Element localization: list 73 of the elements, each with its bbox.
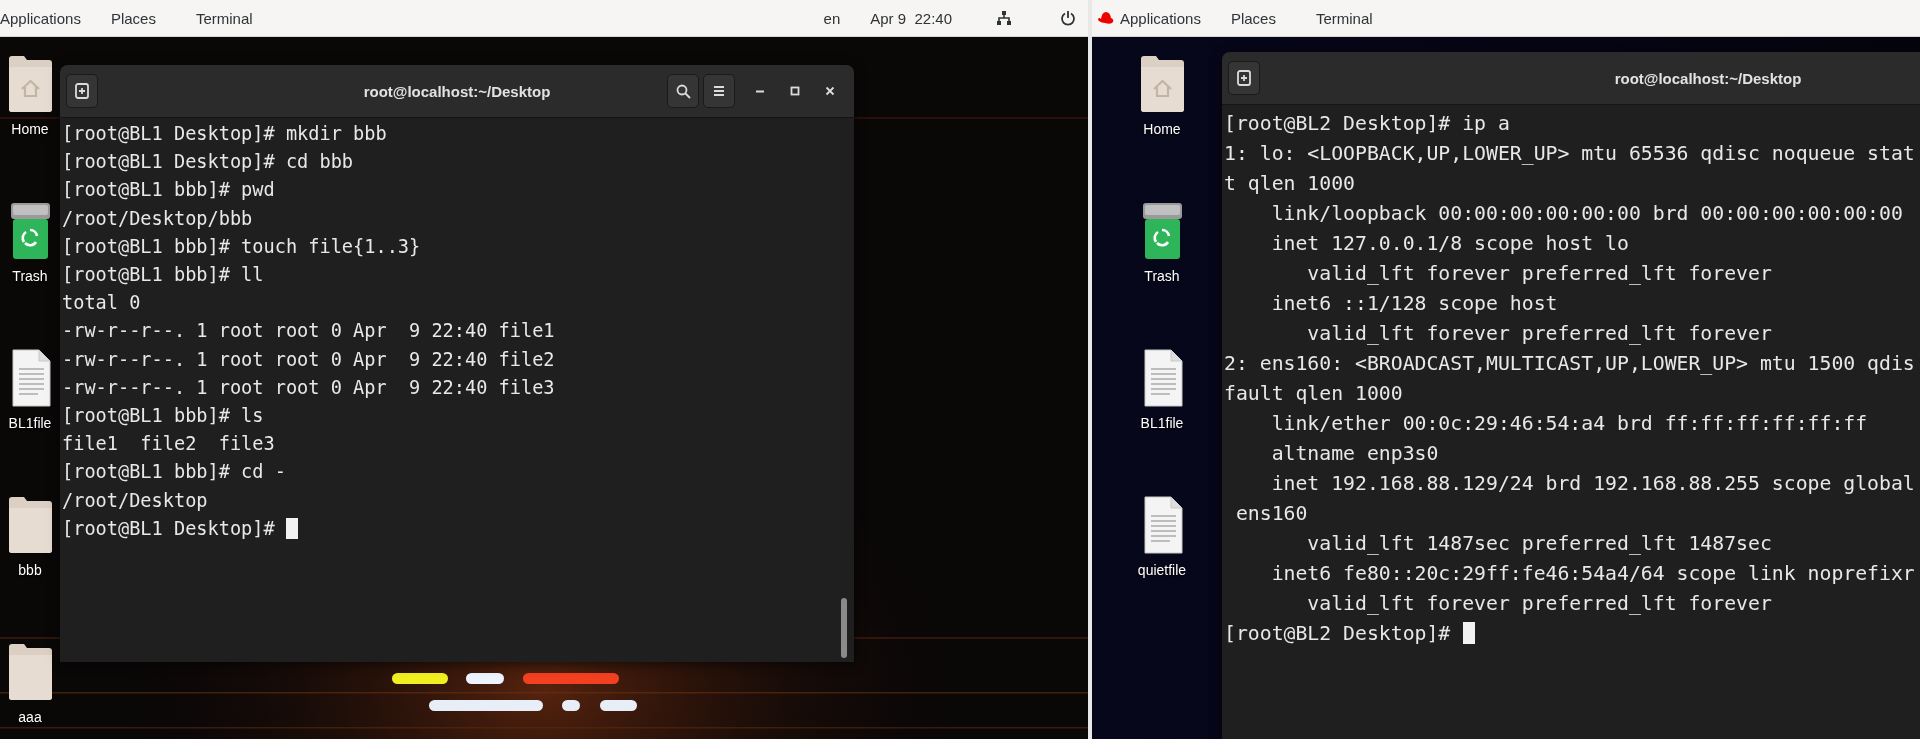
text-cursor <box>286 517 298 539</box>
terminal-line: valid_lft forever preferred_lft forever <box>1306 322 1772 345</box>
terminal-line: /root/Desktop/bbb <box>62 207 253 229</box>
top-bar-menu[interactable]: Places <box>110 9 168 27</box>
terminal-line: [root@BL1 bbb]# cd - <box>62 461 286 483</box>
terminal-line: valid_lft forever preferred_lft forever <box>1306 262 1772 285</box>
new-tab-button[interactable] <box>66 74 98 108</box>
new-tab-icon <box>75 83 89 99</box>
clock[interactable]: Apr 9 22:40 <box>870 9 952 27</box>
terminal-line: link/ether 00:0c:29:46:54:a4 brd ff:ff:ff:ff:ff:ff <box>1270 412 1868 435</box>
new-tab-icon <box>1237 70 1251 86</box>
icon-label[interactable]: Home <box>11 121 49 137</box>
terminal-line: [root@BL1 bbb]# ll <box>62 264 264 285</box>
home-folder-icon[interactable] <box>7 55 53 113</box>
home-folder-icon[interactable] <box>1139 55 1185 113</box>
terminal-line: [root@BL2 Desktop]# <box>1224 622 1451 645</box>
terminal-line: total 0 <box>62 292 141 314</box>
terminal-line: inet 127.0.0.1/8 scope host lo <box>1270 232 1629 255</box>
minimize-icon <box>755 89 765 93</box>
terminal-line: [root@BL1 Desktop]# <box>62 517 275 539</box>
search-icon <box>675 83 691 99</box>
icon-label[interactable]: Home <box>1143 121 1181 137</box>
hat-icon[interactable] <box>1098 11 1114 25</box>
terminal-line: [root@BL1 Desktop]# mkdir bbb <box>62 123 387 144</box>
terminal-line: 1: lo: <LOOPBACK,UP,LOWER_UP> mtu 65536 qdisc noqueue stat <box>1224 142 1915 165</box>
top-bar-menu[interactable]: Applications <box>0 9 93 27</box>
terminal-line: inet6 fe80::20c:29ff:fe46:54a4/64 scope link noprefixr <box>1270 562 1915 585</box>
terminal-line: link/loopback 00:00:00:00:00:00 brd 00:00:00:00:00:00 <box>1270 202 1903 225</box>
terminal-line: [root@BL1 bbb]# touch file{1..3} <box>62 235 421 257</box>
keyboard-layout-indicator[interactable]: en <box>823 9 841 27</box>
top-bar-menu[interactable]: Terminal <box>1315 9 1385 27</box>
terminal-line: -rw-r--r--. 1 root root 0 Apr 9 22:40 file2 <box>62 348 555 370</box>
terminal-line: t qlen 1000 <box>1224 172 1355 195</box>
terminal-line: inet 192.168.88.129/24 brd 192.168.88.255 scope global <box>1270 472 1915 495</box>
folder-icon[interactable] <box>7 643 53 701</box>
close-icon <box>825 86 835 96</box>
terminal-line: 2: ens160: <BROADCAST,MULTICAST,UP,LOWER_UP> mtu 1500 qdis <box>1224 352 1915 375</box>
terminal-line: -rw-r--r--. 1 root root 0 Apr 9 22:40 file3 <box>62 376 555 398</box>
terminal-line: fault qlen 1000 <box>1224 382 1403 405</box>
window-title: root@localhost:~/Desktop <box>1614 69 1802 87</box>
top-bar-menu[interactable]: Applications <box>1120 9 1213 27</box>
terminal-line: /root/Desktop <box>62 489 208 511</box>
terminal-line: file1 file2 file3 <box>62 433 275 455</box>
network-icon[interactable] <box>996 10 1012 26</box>
scrollbar-thumb[interactable] <box>841 598 847 658</box>
terminal-line: [root@BL1 bbb]# pwd <box>62 179 275 201</box>
icon-label[interactable]: BL1file <box>1140 415 1184 431</box>
top-bar-menu[interactable]: Places <box>1230 9 1288 27</box>
icon-label[interactable]: bbb <box>18 562 42 578</box>
icon-label[interactable]: aaa <box>18 709 42 725</box>
icon-label[interactable]: Trash <box>12 268 48 284</box>
icon-label[interactable]: BL1file <box>8 415 52 431</box>
icon-label[interactable]: Trash <box>1144 268 1180 284</box>
menu-icon <box>713 85 725 97</box>
icon-label[interactable]: quietfile <box>1137 562 1187 578</box>
folder-icon[interactable] <box>7 496 53 554</box>
maximize-icon <box>790 86 800 96</box>
terminal-line: valid_lft 1487sec preferred_lft 1487sec <box>1306 532 1772 555</box>
terminal-line: -rw-r--r--. 1 root root 0 Apr 9 22:40 file1 <box>62 320 555 342</box>
menu-button[interactable] <box>703 74 735 108</box>
terminal-line: [root@BL1 bbb]# ls <box>62 405 264 427</box>
terminal-line: [root@BL1 Desktop]# cd bbb <box>62 151 354 173</box>
terminal-line: altname enp3s0 <box>1270 442 1439 465</box>
terminal-line: inet6 ::1/128 scope host <box>1270 292 1558 315</box>
text-cursor <box>1462 621 1475 645</box>
new-tab-button[interactable] <box>1228 61 1260 95</box>
top-bar-menu[interactable]: Terminal <box>195 9 265 27</box>
power-icon[interactable] <box>1060 10 1076 26</box>
search-button[interactable] <box>667 74 699 108</box>
terminal-line: valid_lft forever preferred_lft forever <box>1306 592 1772 615</box>
window-title: root@localhost:~/Desktop <box>363 82 551 100</box>
terminal-line: ens160 <box>1234 502 1308 525</box>
terminal-line: [root@BL2 Desktop]# ip a <box>1224 112 1510 135</box>
